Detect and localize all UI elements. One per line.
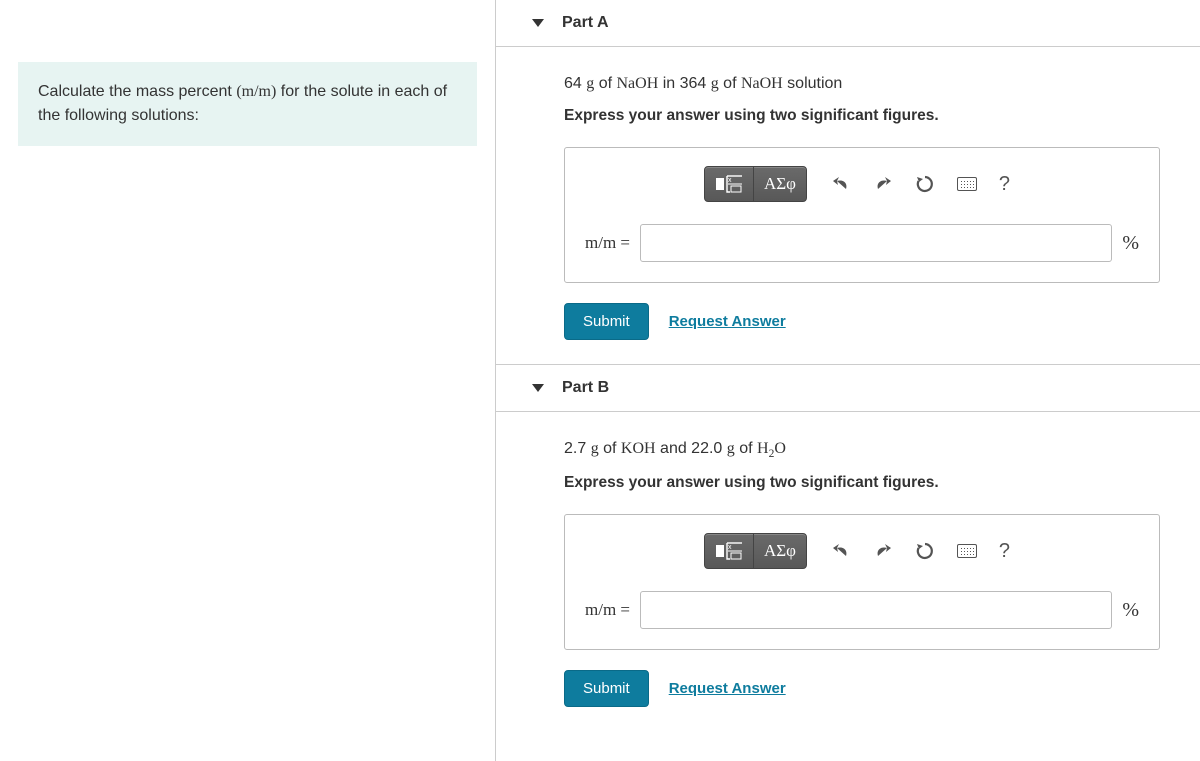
part-b-answer-label: m/m = — [585, 600, 630, 620]
part-b-instruction: Express your answer using two significan… — [564, 474, 1160, 492]
part-b-body: 2.7 g of KOH and 22.0 g of H2O Express y… — [496, 412, 1200, 731]
keyboard-icon — [957, 544, 977, 558]
qb-pre: 2.7 — [564, 440, 591, 457]
qa-chem1: NaOH — [616, 75, 658, 92]
undo-icon — [831, 175, 851, 193]
undo-button[interactable] — [821, 166, 861, 202]
part-b-answer-unit: % — [1122, 599, 1139, 622]
part-b-answer-input[interactable] — [640, 591, 1112, 629]
keyboard-button[interactable] — [947, 166, 987, 202]
qb-chem2: H2O — [757, 440, 786, 457]
help-button[interactable]: ? — [989, 166, 1020, 202]
part-b-title: Part B — [562, 379, 609, 397]
redo-button[interactable] — [863, 533, 903, 569]
reset-button[interactable] — [905, 166, 945, 202]
part-b-request-answer-link[interactable]: Request Answer — [669, 680, 786, 697]
answer-column: Part A 64 g of NaOH in 364 g of NaOH sol… — [495, 0, 1200, 761]
qa-unit2: g — [711, 75, 719, 92]
redo-button[interactable] — [863, 166, 903, 202]
qa-pre: 64 — [564, 75, 586, 92]
part-b-question: 2.7 g of KOH and 22.0 g of H2O — [564, 440, 1160, 460]
part-a-title: Part A — [562, 14, 609, 32]
part-a-answer-label: m/m = — [585, 233, 630, 253]
svg-text:x: x — [728, 177, 732, 184]
qa-post: solution — [783, 75, 843, 92]
help-button[interactable]: ? — [989, 533, 1020, 569]
prompt-text-pre: Calculate the mass percent — [38, 83, 236, 100]
part-a-answer-row: m/m = % — [585, 224, 1139, 262]
qa-mid1: of — [594, 75, 616, 92]
part-a-instruction: Express your answer using two significan… — [564, 107, 1160, 125]
part-b-header[interactable]: Part B — [496, 364, 1200, 412]
question-prompt: Calculate the mass percent (m/m) for the… — [18, 62, 477, 146]
qb-chem2-post: O — [774, 440, 786, 457]
part-a-answer-unit: % — [1122, 232, 1139, 255]
keyboard-icon — [957, 177, 977, 191]
part-b-answer-row: m/m = % — [585, 591, 1139, 629]
redo-icon — [873, 542, 893, 560]
part-a-submit-button[interactable]: Submit — [564, 303, 649, 340]
template-picker-button[interactable]: x — [704, 533, 754, 569]
reset-icon — [915, 541, 935, 561]
undo-icon — [831, 542, 851, 560]
greek-letters-button[interactable]: ΑΣφ — [753, 166, 807, 202]
qb-unit2: g — [727, 440, 735, 457]
qb-mid1: of — [599, 440, 621, 457]
keyboard-button[interactable] — [947, 533, 987, 569]
reset-icon — [915, 174, 935, 194]
part-a-question: 64 g of NaOH in 364 g of NaOH solution — [564, 75, 1160, 93]
prompt-mm: (m/m) — [236, 83, 276, 100]
undo-button[interactable] — [821, 533, 861, 569]
part-a-request-answer-link[interactable]: Request Answer — [669, 313, 786, 330]
template-icon: x — [715, 174, 743, 194]
part-b-toolbar: x ΑΣφ — [585, 533, 1139, 569]
reset-button[interactable] — [905, 533, 945, 569]
template-picker-button[interactable]: x — [704, 166, 754, 202]
template-icon: x — [715, 541, 743, 561]
part-a-actions: Submit Request Answer — [564, 303, 1160, 340]
part-a-answer-input[interactable] — [640, 224, 1112, 262]
svg-text:x: x — [728, 544, 732, 551]
part-a-toolbar: x ΑΣφ — [585, 166, 1139, 202]
greek-letters-button[interactable]: ΑΣφ — [753, 533, 807, 569]
part-b-submit-button[interactable]: Submit — [564, 670, 649, 707]
part-b-answer-box: x ΑΣφ — [564, 514, 1160, 650]
qa-mid2: in 364 — [658, 75, 710, 92]
part-a-body: 64 g of NaOH in 364 g of NaOH solution E… — [496, 47, 1200, 364]
qb-mid3: of — [735, 440, 757, 457]
redo-icon — [873, 175, 893, 193]
qa-chem2: NaOH — [741, 75, 783, 92]
qb-unit1: g — [591, 440, 599, 457]
qa-mid3: of — [719, 75, 741, 92]
part-a-answer-box: x ΑΣφ — [564, 147, 1160, 283]
qb-chem2-pre: H — [757, 440, 769, 457]
caret-down-icon — [532, 384, 544, 392]
qb-mid2: and 22.0 — [656, 440, 727, 457]
question-prompt-column: Calculate the mass percent (m/m) for the… — [0, 0, 495, 761]
caret-down-icon — [532, 19, 544, 27]
part-a-header[interactable]: Part A — [496, 0, 1200, 47]
part-b-actions: Submit Request Answer — [564, 670, 1160, 707]
qb-chem1: KOH — [621, 440, 656, 457]
